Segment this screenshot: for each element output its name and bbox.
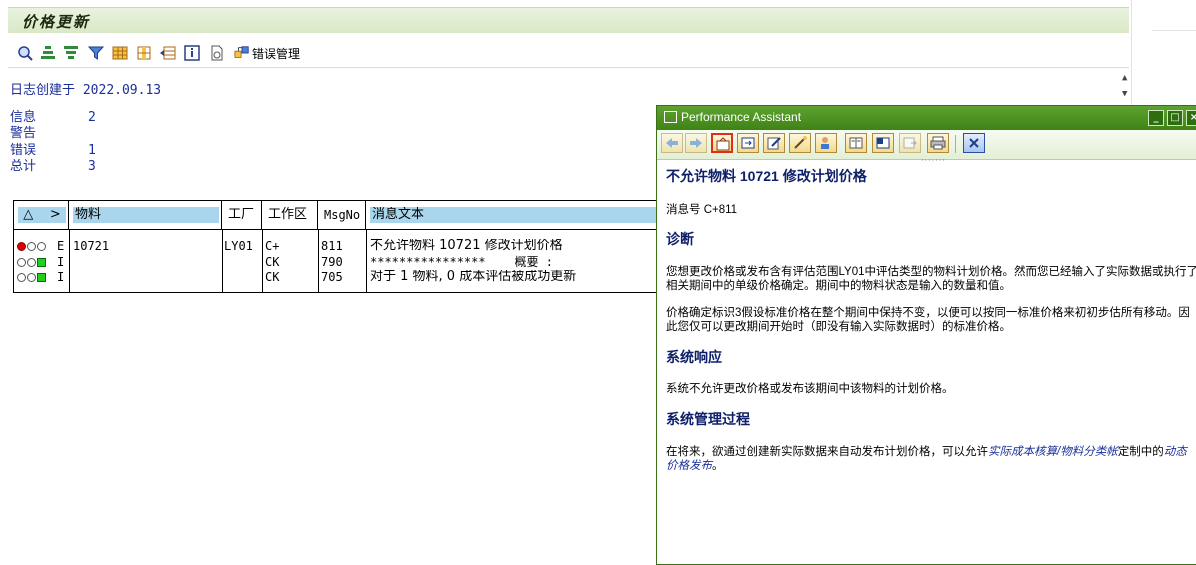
title-bar: 价格更新 <box>8 7 1129 33</box>
error-management-button[interactable]: 错误管理 <box>234 43 300 63</box>
table-row[interactable]: E 10721 LY01 C+ 811 不允许物料 10721 修改计划价格 <box>14 239 712 253</box>
summary-total: 总计 3 <box>10 159 96 174</box>
pa-toolbar: ······· <box>657 130 1196 165</box>
wand-icon[interactable] <box>789 133 811 153</box>
table-header: △ > 物料 工厂 工作区 MsgNo 消息文本 <box>14 201 712 230</box>
performance-assistant-window: Performance Assistant _ □ × ······· 不允许物… <box>656 105 1196 565</box>
book-icon[interactable] <box>845 133 867 153</box>
column-icon[interactable] <box>135 44 153 62</box>
edit-icon[interactable] <box>763 133 785 153</box>
summary-error: 错误 1 <box>10 143 96 158</box>
col-msgno[interactable]: MsgNo <box>318 201 366 230</box>
maximize-icon[interactable]: □ <box>1167 110 1183 126</box>
window-title: 价格更新 <box>22 13 91 31</box>
resize-grip[interactable]: ······· <box>921 156 946 165</box>
pa-response-text: 系统不允许更改价格或发布该期间中该物料的计划价格。 <box>666 383 954 395</box>
status-light-info <box>17 255 55 269</box>
close-icon[interactable]: × <box>1186 110 1196 126</box>
table-row[interactable]: I CK 790 **************** 概要 : <box>14 255 712 269</box>
minimize-icon[interactable]: _ <box>1148 110 1164 126</box>
status-light-error <box>17 239 55 253</box>
scroll-down-arrow[interactable]: ▼ <box>1122 89 1127 99</box>
details-icon[interactable] <box>16 44 34 62</box>
pa-title-bar: Performance Assistant _ □ × <box>657 106 1196 130</box>
scroll-up-arrow[interactable]: ▲ <box>1122 73 1127 83</box>
back-icon[interactable] <box>661 133 683 153</box>
summary-info: 信息 2 <box>10 110 96 125</box>
expand-columns-icon[interactable] <box>159 44 177 62</box>
info-icon[interactable] <box>183 44 201 62</box>
pa-diagnosis-p1: 您想更改价格或发布含有评估范围LY01中评估类型的物料计划价格。然而您已经输入了… <box>666 266 1196 292</box>
pa-section-admin: 系统管理过程 <box>666 411 750 427</box>
export-icon[interactable] <box>899 133 921 153</box>
message-table: △ > 物料 工厂 工作区 MsgNo 消息文本 E 10721 LY01 C+… <box>13 200 713 293</box>
log-created: 日志创建于 2022.09.13 <box>10 79 161 98</box>
status-light-info <box>17 270 55 284</box>
pa-window-icon <box>664 111 677 123</box>
pa-diagnosis-p2: 价格确定标识3假设标准价格在整个期间中保持不变，以便可以按同一标准价格来初初步估… <box>666 307 1190 333</box>
pa-section-response: 系统响应 <box>666 349 722 365</box>
pa-close-icon[interactable] <box>963 133 985 153</box>
pa-admin-text: 在将来，欲通过创建新实际数据来自动发布计划价格，可以允许实际成本核算/物料分类帐… <box>666 446 1187 472</box>
filter-icon[interactable] <box>87 44 105 62</box>
document-icon[interactable] <box>208 44 226 62</box>
log-created-date: 2022.09.13 <box>82 83 162 98</box>
technical-info-icon[interactable] <box>711 133 733 153</box>
sort-descending-icon[interactable] <box>62 44 80 62</box>
navigate-icon[interactable] <box>737 133 759 153</box>
table-layout-icon[interactable] <box>111 44 129 62</box>
col-material[interactable]: 物料 <box>69 201 222 230</box>
table-row[interactable]: I CK 705 对于 1 物料, 0 成本评估被成功更新 <box>14 270 712 284</box>
sort-ascending-icon[interactable] <box>39 44 57 62</box>
forward-icon[interactable] <box>685 133 707 153</box>
log-created-label: 日志创建于 <box>10 83 76 98</box>
col-sort[interactable]: △ > <box>14 201 69 230</box>
col-work-area[interactable]: 工作区 <box>262 201 318 230</box>
error-management-label: 错误管理 <box>252 46 301 61</box>
pa-section-diagnosis: 诊断 <box>666 231 694 247</box>
toolbar: 错误管理 <box>8 38 1129 68</box>
error-management-icon <box>234 46 249 58</box>
layout-icon[interactable] <box>872 133 894 153</box>
pa-heading: 不允许物料 10721 修改计划价格 <box>666 168 867 184</box>
link-actual-costing[interactable]: 实际成本核算/物料分类帐 <box>988 446 1118 458</box>
summary-warning: 警告 <box>10 126 37 141</box>
print-icon[interactable] <box>927 133 949 153</box>
col-plant[interactable]: 工厂 <box>222 201 262 230</box>
person-icon[interactable] <box>815 133 837 153</box>
pa-message-number: 消息号 C+811 <box>666 204 738 216</box>
pa-title: Performance Assistant <box>681 110 802 124</box>
